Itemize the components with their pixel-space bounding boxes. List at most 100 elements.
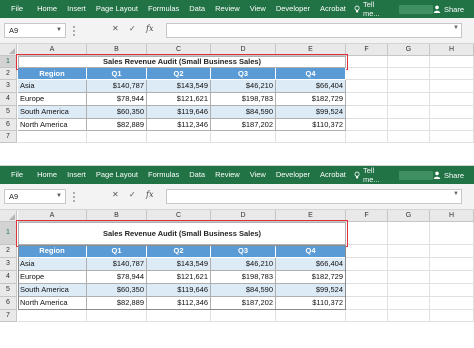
cell-a7[interactable] (18, 310, 87, 322)
column-header-e[interactable]: E (276, 210, 346, 222)
row-header-7[interactable]: 7 (0, 310, 17, 322)
table-cell[interactable]: $84,590 (211, 106, 276, 119)
cell-h7[interactable] (430, 131, 474, 143)
cell-h3[interactable] (430, 80, 474, 93)
cell-h5[interactable] (430, 284, 474, 297)
table-cell[interactable]: $140,787 (87, 80, 147, 93)
tab-review[interactable]: Review (210, 0, 245, 18)
cell-g2[interactable] (388, 68, 430, 80)
cell-h2[interactable] (430, 68, 474, 80)
row-header-5[interactable]: 5 (0, 106, 17, 119)
cell-f7[interactable] (346, 310, 388, 322)
cell-g3[interactable] (388, 80, 430, 93)
sheet-title-cell[interactable]: Sales Revenue Audit (Small Business Sale… (18, 222, 346, 245)
row-header-6[interactable]: 6 (0, 297, 17, 310)
select-all-button[interactable] (0, 44, 17, 56)
enter-icon[interactable]: ✓ (129, 190, 136, 199)
cell-f3[interactable] (346, 80, 388, 93)
cell-h6[interactable] (430, 297, 474, 310)
table-cell[interactable]: South America (18, 284, 87, 297)
cell-f2[interactable] (346, 245, 388, 258)
table-cell[interactable]: $119,646 (147, 106, 211, 119)
row-header-1[interactable]: 1 (0, 222, 17, 245)
formula-bar-resize-handle[interactable] (71, 26, 77, 36)
cell-f5[interactable] (346, 284, 388, 297)
column-header-g[interactable]: G (388, 44, 430, 56)
share-button[interactable]: Share (433, 171, 474, 180)
tab-page-layout[interactable]: Page Layout (91, 0, 143, 18)
cell-e7[interactable] (276, 131, 346, 143)
column-header-h[interactable]: H (430, 210, 474, 222)
column-header-d[interactable]: D (211, 44, 276, 56)
cell-f4[interactable] (346, 93, 388, 106)
row-header-3[interactable]: 3 (0, 258, 17, 271)
chevron-down-icon[interactable]: ▼ (56, 24, 62, 37)
cell-f1[interactable] (346, 56, 388, 68)
column-header-d[interactable]: D (211, 210, 276, 222)
cell-g2[interactable] (388, 245, 430, 258)
table-cell[interactable]: North America (18, 119, 87, 131)
column-header-g[interactable]: G (388, 210, 430, 222)
table-cell[interactable]: $121,621 (147, 271, 211, 284)
tab-data[interactable]: Data (184, 0, 210, 18)
tab-review[interactable]: Review (210, 166, 245, 184)
cell-g6[interactable] (388, 297, 430, 310)
table-cell[interactable]: $84,590 (211, 284, 276, 297)
cell-h5[interactable] (430, 106, 474, 119)
table-cell[interactable]: $78,944 (87, 271, 147, 284)
insert-function-button[interactable]: fx (146, 190, 153, 199)
cell-f1[interactable] (346, 222, 388, 245)
table-cell[interactable]: $78,944 (87, 93, 147, 106)
row-header-3[interactable]: 3 (0, 80, 17, 93)
cell-h7[interactable] (430, 310, 474, 322)
formula-input[interactable]: ▼ (166, 189, 462, 204)
cancel-icon[interactable]: ✕ (112, 24, 119, 33)
cell-g7[interactable] (388, 131, 430, 143)
table-cell[interactable]: $46,210 (211, 80, 276, 93)
name-box[interactable]: A9 ▼ (4, 189, 66, 204)
table-cell[interactable]: $46,210 (211, 258, 276, 271)
table-cell[interactable]: $119,646 (147, 284, 211, 297)
select-all-button[interactable] (0, 210, 17, 222)
cell-h4[interactable] (430, 271, 474, 284)
table-cell[interactable]: Europe (18, 93, 87, 106)
cell-g1[interactable] (388, 56, 430, 68)
cell-g1[interactable] (388, 222, 430, 245)
table-header-q1[interactable]: Q1 (87, 245, 147, 258)
cell-f4[interactable] (346, 271, 388, 284)
tab-home[interactable]: Home (32, 166, 62, 184)
column-header-e[interactable]: E (276, 44, 346, 56)
tab-page-layout[interactable]: Page Layout (91, 166, 143, 184)
table-header-q4[interactable]: Q4 (276, 245, 346, 258)
sheet-title-cell[interactable]: Sales Revenue Audit (Small Business Sale… (18, 56, 346, 68)
column-header-f[interactable]: F (346, 44, 388, 56)
tab-insert[interactable]: Insert (62, 0, 91, 18)
tab-view[interactable]: View (245, 0, 271, 18)
expand-formula-bar-icon[interactable]: ▼ (453, 25, 459, 31)
table-cell[interactable]: $60,350 (87, 284, 147, 297)
cell-h3[interactable] (430, 258, 474, 271)
table-header-region[interactable]: Region (18, 68, 87, 80)
column-header-b[interactable]: B (87, 210, 147, 222)
cell-h6[interactable] (430, 119, 474, 131)
formula-input[interactable]: ▼ (166, 23, 462, 38)
row-header-1[interactable]: 1 (0, 56, 17, 68)
tell-me-search[interactable]: Tell me... (354, 166, 389, 184)
row-header-7[interactable]: 7 (0, 131, 17, 143)
table-header-q4[interactable]: Q4 (276, 68, 346, 80)
cell-c7[interactable] (147, 131, 211, 143)
tab-data[interactable]: Data (184, 166, 210, 184)
name-box[interactable]: A9 ▼ (4, 23, 66, 38)
table-cell[interactable]: $198,783 (211, 93, 276, 106)
table-cell[interactable]: $66,404 (276, 80, 346, 93)
table-header-q3[interactable]: Q3 (211, 245, 276, 258)
cell-f3[interactable] (346, 258, 388, 271)
tell-me-search[interactable]: Tell me... (354, 0, 389, 18)
cell-g4[interactable] (388, 93, 430, 106)
table-cell[interactable]: $112,346 (147, 119, 211, 131)
table-cell[interactable]: $112,346 (147, 297, 211, 310)
table-cell[interactable]: $110,372 (276, 119, 346, 131)
tab-file[interactable]: File (0, 0, 32, 18)
table-cell[interactable]: $82,889 (87, 297, 147, 310)
table-cell[interactable]: $82,889 (87, 119, 147, 131)
